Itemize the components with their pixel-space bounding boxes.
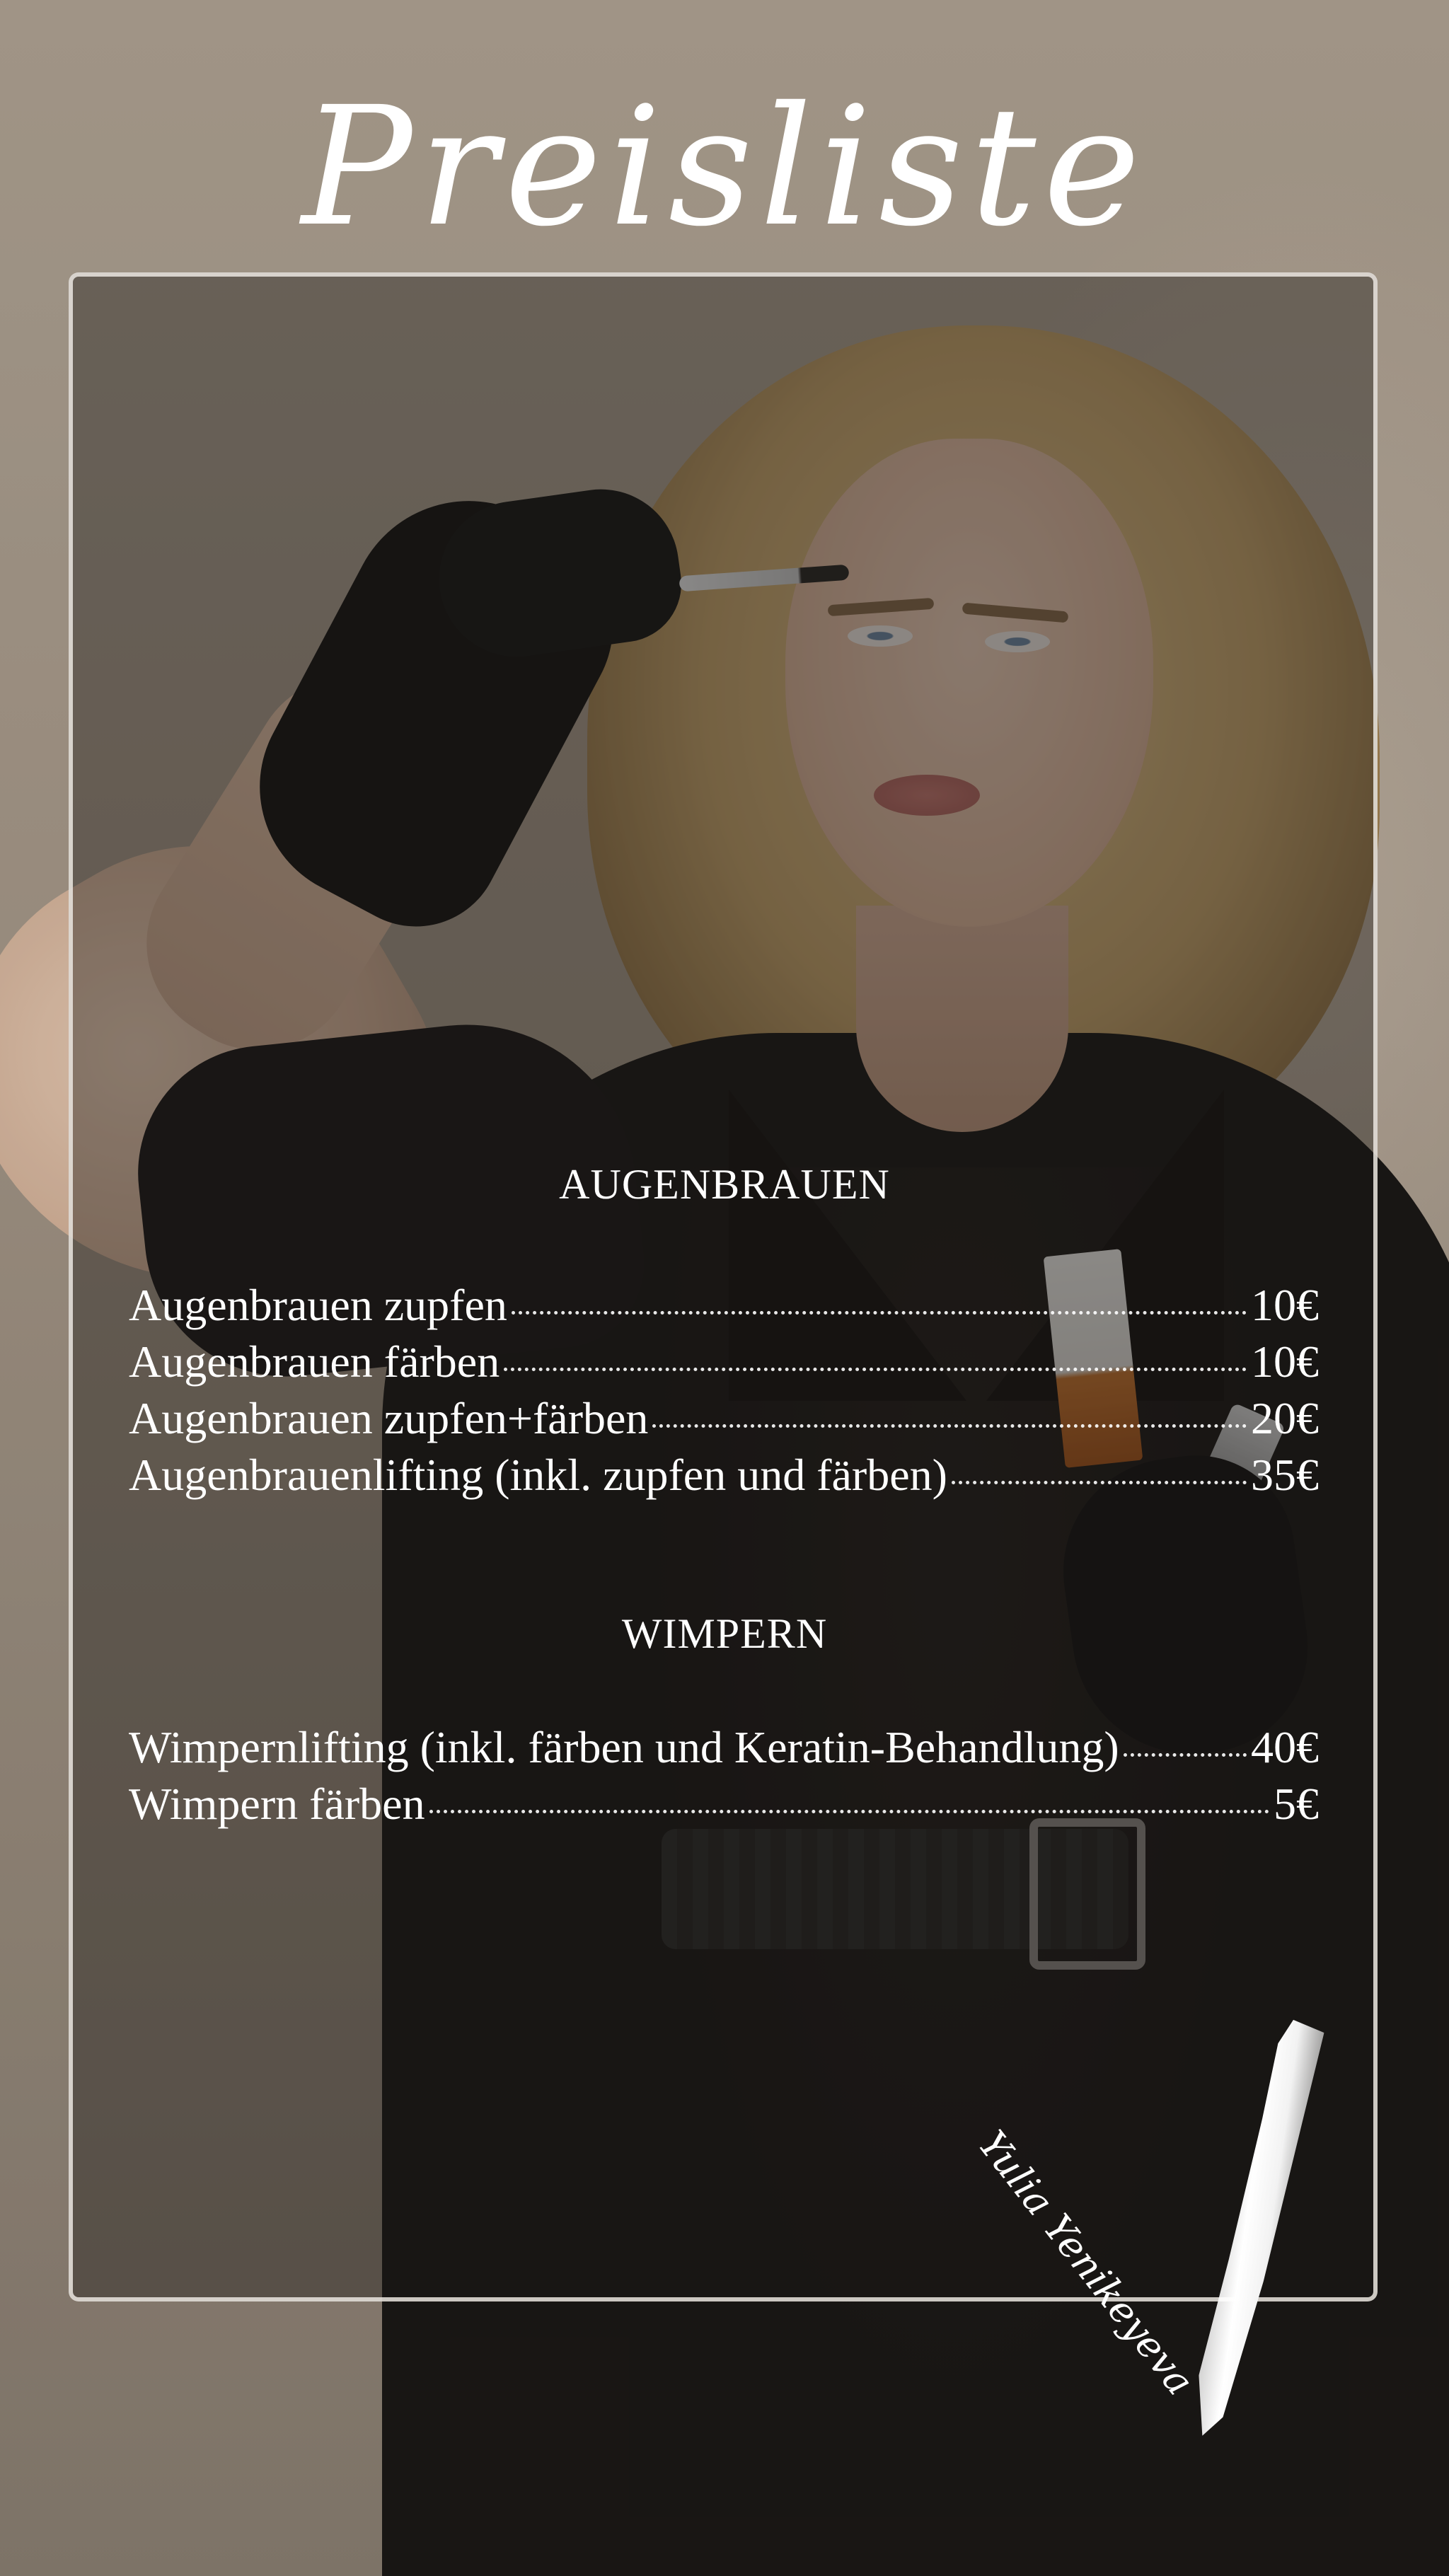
page-title: Preisliste (301, 71, 1148, 262)
price-list-wimpern: Wimpernlifting (inkl. färben und Keratin… (129, 1716, 1319, 1829)
list-item: Augenbrauen zupfen 10€ (129, 1273, 1319, 1330)
item-name: Augenbrauen färben (129, 1336, 500, 1387)
dot-leader (1123, 1710, 1247, 1757)
item-name: Augenbrauen zupfen (129, 1279, 507, 1330)
dot-leader (511, 1268, 1247, 1315)
section-heading-augenbrauen: AUGENBRAUEN (559, 1161, 890, 1208)
section-heading-wimpern: WIMPERN (621, 1610, 828, 1657)
item-name: Augenbrauen zupfen+färben (129, 1392, 649, 1443)
item-price: 40€ (1251, 1721, 1319, 1772)
item-price: 20€ (1251, 1392, 1319, 1443)
list-item: Wimpern färben 5€ (129, 1772, 1319, 1829)
item-name: Augenbrauenlifting (inkl. zupfen und fär… (129, 1449, 947, 1500)
dot-leader (429, 1767, 1269, 1813)
item-price: 10€ (1251, 1336, 1319, 1387)
price-list-augenbrauen: Augenbrauen zupfen 10€ Augenbrauen färbe… (129, 1273, 1319, 1500)
item-price: 10€ (1251, 1279, 1319, 1330)
dot-leader (951, 1438, 1247, 1484)
item-price: 35€ (1251, 1449, 1319, 1500)
dot-leader (652, 1381, 1247, 1428)
item-name: Wimpernlifting (inkl. färben und Keratin… (129, 1721, 1119, 1772)
item-name: Wimpern färben (129, 1778, 425, 1829)
list-item: Augenbrauen zupfen+färben 20€ (129, 1387, 1319, 1443)
item-price: 5€ (1274, 1778, 1319, 1829)
list-item: Augenbrauenlifting (inkl. zupfen und fär… (129, 1443, 1319, 1500)
dot-leader (504, 1324, 1247, 1371)
list-item: Augenbrauen färben 10€ (129, 1330, 1319, 1387)
list-item: Wimpernlifting (inkl. färben und Keratin… (129, 1716, 1319, 1772)
